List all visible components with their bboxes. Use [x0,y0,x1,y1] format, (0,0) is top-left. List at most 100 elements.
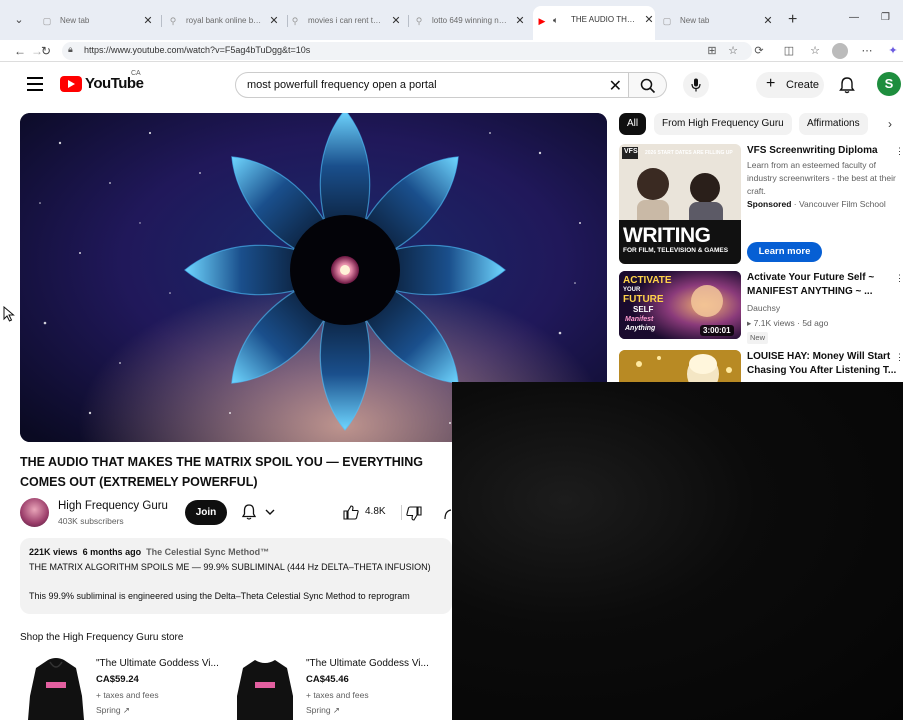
chip-affirmations[interactable]: Affirmations [799,113,868,135]
thumb-text: Anything [625,325,656,332]
dislike-icon[interactable] [406,506,422,521]
plus-icon: + [766,75,776,92]
merch-image[interactable] [235,656,295,720]
close-icon[interactable]: ✕ [643,6,655,34]
views-icon: ▸ [747,318,752,328]
minimize-icon[interactable]: — [849,12,859,23]
clear-search-icon[interactable]: ✕ [609,76,622,96]
merch-image[interactable] [26,656,86,720]
hoodie-icon [28,658,84,720]
search-input[interactable]: most powerfull frequency open a portal ✕ [235,72,629,98]
logo-text: YouTube [85,75,144,92]
rec-title[interactable]: VFS Screenwriting Diploma [747,144,897,158]
view-count: 221K views [29,547,78,557]
browser-tab[interactable]: ⚲ movies i can rent that are ✕ [290,10,402,32]
extensions-icon[interactable]: ⟳ [752,44,766,58]
search-icon: ⚲ [169,16,177,26]
video-stats: 221K views 6 months ago The Celestial Sy… [29,547,269,557]
thumb-text: FUTURE [623,294,664,305]
tab-title: THE AUDIO THAT MAKES [571,15,637,24]
chip-all[interactable]: All [619,113,647,135]
notifications-bell-icon[interactable] [838,76,856,94]
chip-from-channel[interactable]: From High Frequency Guru [654,113,792,135]
video-thumbnail[interactable] [619,350,741,382]
channel-name[interactable]: High Frequency Guru [58,500,168,512]
tab-title: New tab [60,16,90,25]
rec-title[interactable]: Activate Your Future Self ~ MANIFEST ANY… [747,271,897,299]
speaker-icon[interactable]: 🔈︎ [553,6,558,34]
new-badge: New [747,332,769,344]
search-icon [640,78,656,94]
more-menu-icon[interactable]: ⋯ [860,44,874,58]
share-icon[interactable] [443,506,452,520]
browser-tab[interactable]: ▢ New tab ✕ [42,10,154,32]
subscription-bell-button[interactable] [236,500,288,525]
rec-views: 7.1K views [753,318,795,328]
tab-divider [161,15,162,27]
channel-avatar[interactable] [20,498,49,527]
search-query: most powerfull frequency open a portal [247,79,437,91]
overlay-video-window[interactable] [452,382,903,720]
back-button[interactable]: ← [12,43,28,59]
ad-thumbnail[interactable]: VFS 2026 START DATES ARE FILLING UP WRIT… [619,144,741,264]
account-avatar[interactable]: S [877,72,901,96]
browser-tab[interactable]: ⚲ lotto 649 winning numbers ✕ [414,10,526,32]
sweatshirt-icon [237,660,293,720]
merch-name[interactable]: "The Ultimate Goddess Vi... [96,658,219,669]
close-icon[interactable]: ✕ [514,10,526,32]
thumb-text: ACTIVATE [623,275,672,286]
merch-vendor-link[interactable]: Spring ↗ [96,705,130,716]
close-icon[interactable]: ✕ [390,10,402,32]
rec-title[interactable]: LOUISE HAY: Money Will Start Chasing You… [747,350,897,378]
merch-name[interactable]: "The Ultimate Goddess Vi... [306,658,429,669]
menu-icon[interactable] [27,77,43,91]
split-screen-icon[interactable]: ◫ [782,44,796,58]
video-description[interactable]: 221K views 6 months ago The Celestial Sy… [20,538,452,614]
learn-more-button[interactable]: Learn more [747,242,822,262]
ad-sponsor-line: Sponsored · Vancouver Film School [747,199,886,209]
restore-icon[interactable]: ❐ [881,12,890,23]
page-icon: ▢ [42,16,52,26]
favorites-icon[interactable]: ☆ [808,44,822,58]
more-actions-icon[interactable]: ⋮ [895,146,903,157]
ad-logo-text: VFS [624,148,638,155]
more-actions-icon[interactable]: ⋮ [895,352,903,363]
like-icon[interactable] [343,505,359,520]
copilot-icon[interactable]: ✦ [886,44,900,58]
microphone-icon [691,78,701,92]
search-button[interactable] [629,72,667,98]
hashtag-text[interactable]: The Celestial Sync Method™ [146,547,269,557]
create-button[interactable]: + Create [756,72,824,98]
rec-age: 5d ago [802,318,829,328]
browser-tab[interactable]: ▢ New tab ✕ [662,10,774,32]
close-icon[interactable]: ✕ [142,10,154,32]
reload-button[interactable]: ↻ [38,43,54,59]
tab-search-icon[interactable]: ⌄ [10,12,28,28]
lock-icon[interactable]: 🔒︎ [68,44,73,55]
bookmark-star-icon[interactable]: ☆ [726,44,740,58]
more-actions-icon[interactable]: ⋮ [895,273,903,284]
ad-thumb-tagline: 2026 START DATES ARE FILLING UP [645,150,733,156]
merch-price: CA$59.24 [96,674,139,685]
thumb-text: Manifest [625,316,654,323]
join-button[interactable]: Join [185,500,227,525]
rec-channel[interactable]: Dauchsy [747,302,903,315]
tab-title: New tab [680,16,710,25]
merch-price: CA$45.46 [306,674,349,685]
like-count: 4.8K [365,506,386,517]
merch-tax-note: + taxes and fees [96,690,159,700]
voice-search-button[interactable] [683,72,709,98]
merch-vendor-link[interactable]: Spring ↗ [306,705,340,716]
browser-tab-active[interactable]: ▶ 🔈︎ THE AUDIO THAT MAKES ✕ [533,6,655,40]
browser-tab[interactable]: ⚲ royal bank online banking ✕ [168,10,280,32]
profile-avatar-icon[interactable] [832,43,848,59]
youtube-play-icon [60,76,82,92]
close-icon[interactable]: ✕ [268,10,280,32]
chevron-right-icon[interactable]: › [888,117,892,131]
app-install-icon[interactable]: ⊞ [705,44,719,58]
description-line: This 99.9% subliminal is engineered usin… [29,591,410,601]
url-field[interactable]: 🔒︎ https://www.youtube.com/watch?v=F5ag4… [62,42,752,60]
close-icon[interactable]: ✕ [762,10,774,32]
like-divider [401,505,402,520]
new-tab-button[interactable]: + [788,11,797,29]
